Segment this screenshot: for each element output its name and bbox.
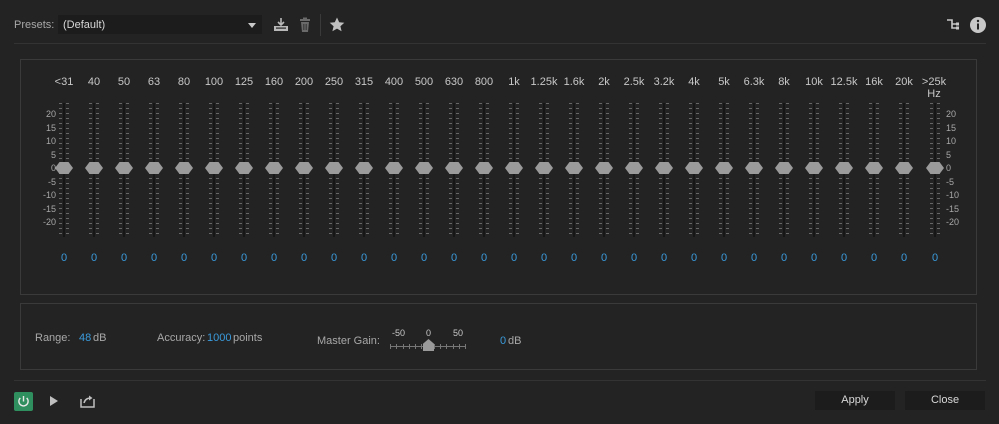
scale-right-label: 5 xyxy=(946,149,952,160)
master-gain-tick xyxy=(434,344,435,349)
power-button[interactable] xyxy=(14,392,33,411)
master-gain-tick xyxy=(465,344,466,349)
info-icon[interactable] xyxy=(969,16,987,34)
scale-left-label: 0 xyxy=(50,163,56,173)
master-gain-mid-label: 0 xyxy=(426,328,432,338)
scale-left-label: 10 xyxy=(45,136,56,146)
accuracy-unit: points xyxy=(233,332,263,344)
presets-label: Presets: xyxy=(14,19,55,31)
master-gain-tick xyxy=(415,344,416,349)
scale-right-label: 0 xyxy=(946,163,952,173)
scale-right-label: -10 xyxy=(946,190,960,200)
band-value[interactable]: 0 xyxy=(915,252,955,264)
scale-right-label: -20 xyxy=(946,217,960,227)
toolbar-separator xyxy=(320,14,321,36)
save-preset-icon[interactable] xyxy=(272,16,290,34)
scale-left-label: -20 xyxy=(42,217,56,227)
scale-right-label: -15 xyxy=(946,203,960,214)
master-gain-max-label: 50 xyxy=(453,328,464,338)
export-icon xyxy=(80,395,95,408)
top-divider xyxy=(14,43,986,44)
power-icon xyxy=(18,396,29,407)
range-value[interactable]: 48 xyxy=(79,332,91,344)
master-gain-tick xyxy=(396,344,397,349)
accuracy-value[interactable]: 1000 xyxy=(207,332,231,344)
master-gain-label: Master Gain: xyxy=(317,335,380,347)
chevron-down-icon xyxy=(248,23,256,28)
master-gain-tick xyxy=(421,344,422,349)
presets-dropdown-value: (Default) xyxy=(63,19,106,31)
scale-left-label: -10 xyxy=(42,190,56,200)
play-icon xyxy=(50,396,58,406)
master-gain-tick xyxy=(459,344,460,349)
range-unit: dB xyxy=(93,332,107,344)
accuracy-label: Accuracy: xyxy=(157,332,206,344)
master-gain-tick xyxy=(440,344,441,349)
master-gain-min-label: -50 xyxy=(392,328,406,338)
master-gain-unit: dB xyxy=(508,335,522,347)
favorite-star-icon[interactable] xyxy=(328,16,346,34)
scale-right-label: 15 xyxy=(946,122,957,133)
scale-right-label: -5 xyxy=(946,176,955,187)
band-freq-label: >25k Hz xyxy=(921,76,947,100)
bottom-divider xyxy=(14,380,986,381)
master-gain-value[interactable]: 0 xyxy=(500,335,506,347)
scale-left-label: 15 xyxy=(45,122,56,133)
scale-left-label: -15 xyxy=(42,203,56,214)
scale-right-label: 10 xyxy=(946,136,957,146)
close-button[interactable]: Close xyxy=(905,391,985,410)
export-button[interactable] xyxy=(79,393,97,409)
scale-left-label: -5 xyxy=(47,176,56,187)
scale-right-label: 20 xyxy=(946,109,957,119)
delete-preset-icon[interactable] xyxy=(296,16,314,34)
scale-left-label: 5 xyxy=(50,149,56,160)
master-gain-tick xyxy=(453,344,454,349)
master-gain-tick xyxy=(403,344,404,349)
master-gain-tick xyxy=(390,344,391,349)
master-gain-tick xyxy=(446,344,447,349)
scale-left-label: 20 xyxy=(45,109,56,119)
apply-button[interactable]: Apply xyxy=(815,391,895,410)
play-button[interactable] xyxy=(47,394,61,408)
range-label: Range: xyxy=(35,332,71,344)
master-gain-tick xyxy=(409,344,410,349)
presets-dropdown[interactable]: (Default) xyxy=(58,15,262,34)
routing-icon[interactable] xyxy=(944,16,962,34)
